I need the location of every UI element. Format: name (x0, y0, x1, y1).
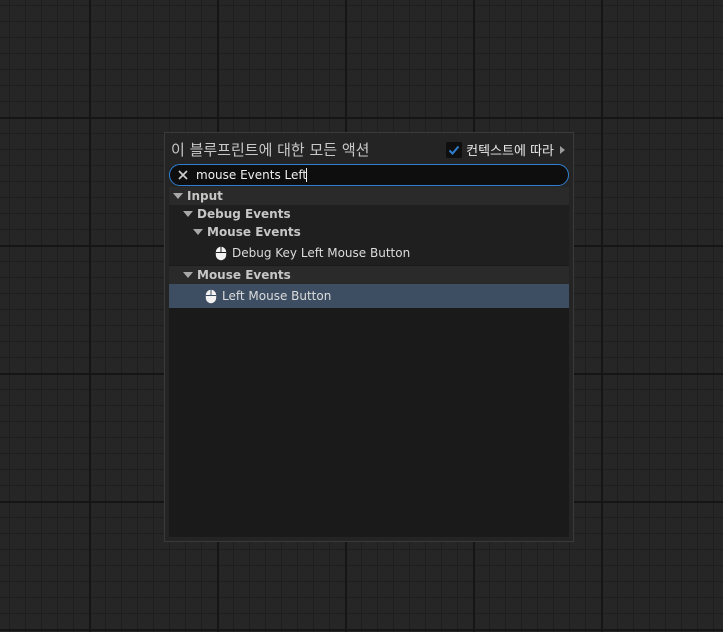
tree-category-input[interactable]: Input (169, 187, 569, 205)
search-box[interactable] (169, 164, 569, 186)
category-label: Mouse Events (197, 268, 291, 282)
tree-category-debug-mouse-events[interactable]: Mouse Events (169, 223, 569, 241)
action-menu-panel: 이 블루프린트에 대한 모든 액션 컨텍스트에 따라 Input Debug E… (164, 132, 574, 542)
text-caret (306, 168, 307, 182)
mouse-icon (205, 289, 217, 303)
tree-item-debug-key-left-mouse-button[interactable]: Debug Key Left Mouse Button (169, 241, 569, 265)
context-sensitive-checkbox[interactable] (446, 141, 463, 158)
category-label: Debug Events (197, 207, 291, 221)
x-icon[interactable] (176, 168, 190, 182)
tree-category-mouse-events[interactable]: Mouse Events (169, 266, 569, 284)
context-sensitive-toggle[interactable]: 컨텍스트에 따라 (446, 140, 565, 159)
collapse-arrow-icon[interactable] (183, 211, 193, 217)
context-sensitive-label: 컨텍스트에 따라 (466, 144, 554, 159)
action-tree: Input Debug Events Mouse Events Debug Ke… (169, 187, 569, 537)
action-item-label: Left Mouse Button (222, 289, 332, 303)
tree-category-debug-events[interactable]: Debug Events (169, 205, 569, 223)
panel-title: 이 블루프린트에 대한 모든 액션 (171, 141, 370, 159)
category-label: Input (187, 189, 223, 203)
panel-header: 이 블루프린트에 대한 모든 액션 컨텍스트에 따라 (165, 133, 573, 165)
mouse-icon (215, 246, 227, 260)
search-input[interactable] (196, 166, 556, 184)
checkmark-icon (448, 145, 460, 155)
collapse-arrow-icon[interactable] (193, 229, 203, 235)
category-label: Mouse Events (207, 225, 301, 239)
action-item-label: Debug Key Left Mouse Button (232, 246, 411, 260)
expand-arrow-icon[interactable] (560, 145, 565, 154)
collapse-arrow-icon[interactable] (173, 193, 183, 199)
tree-item-left-mouse-button[interactable]: Left Mouse Button (169, 284, 569, 308)
collapse-arrow-icon[interactable] (183, 272, 193, 278)
